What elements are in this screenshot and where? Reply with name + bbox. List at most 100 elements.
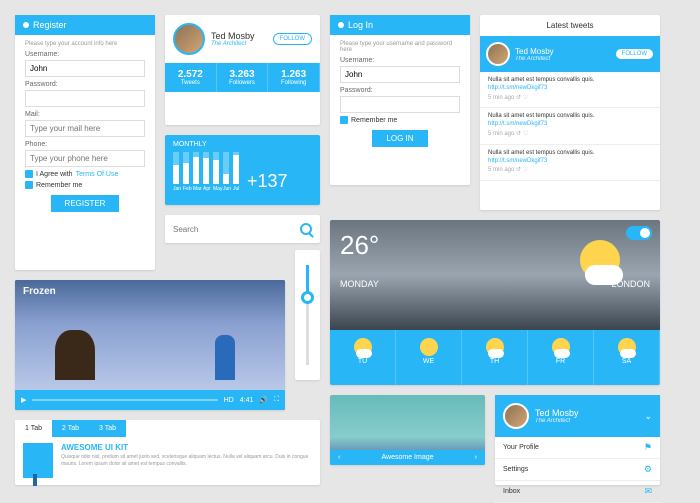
forecast-day[interactable]: SA [594,330,660,385]
username-input[interactable] [340,66,460,83]
tab-header: 1 Tab 2 Tab 3 Tab [15,420,320,437]
tab-body: Quisque odio nisl, pretium sit amet just… [61,454,312,467]
weather-icon [420,338,438,356]
remember-checkbox[interactable]: Remember me [340,116,460,124]
chart-callout: +137 [247,171,288,192]
tweets-name: Ted Mosby [515,47,610,56]
checkbox-icon [25,170,33,178]
checkbox-icon [340,116,348,124]
video-player: Frozen ▶ HD 4:41 🔊 ⛶ [15,280,285,410]
login-header: Log In [330,15,470,35]
tweet-link[interactable]: http://t.sm/newDkgif73 [488,85,547,91]
password-input[interactable] [340,96,460,113]
register-header: Register [15,15,155,35]
flag-icon: ⚑ [644,442,652,453]
username-label: Username: [25,51,145,58]
fullscreen-icon[interactable]: ⛶ [274,396,279,404]
weather-widget: 26° MONDAYLONDON TU WE TH FR SA [330,220,660,385]
prev-icon[interactable]: ‹ [338,454,340,461]
tweet-item: Nulla sit amet est tempus convallis quis… [480,145,660,181]
volume-icon[interactable]: 🔊 [259,396,268,404]
login-title: Log In [348,20,373,30]
phone-input[interactable] [25,150,145,167]
follow-button[interactable]: FOLLOW [273,33,312,45]
bar-feb [183,152,189,184]
register-subtitle: Please type your account info here [25,41,145,47]
profile-menu: Ted MosbyThe Architect ⌄ Your Profile⚑ S… [495,395,660,485]
tab-3[interactable]: 3 Tab [89,420,126,437]
menu-item-profile[interactable]: Your Profile⚑ [495,437,660,459]
bar-jan [173,152,179,184]
terms-link[interactable]: Terms Of Use [76,171,119,178]
register-button[interactable]: REGISTER [51,195,120,212]
tweet-link[interactable]: http://t.sm/newDkgif73 [488,121,547,127]
phone-label: Phone: [25,141,145,148]
forecast-row: TU WE TH FR SA [330,330,660,385]
login-button[interactable]: LOG IN [372,130,427,147]
search-icon[interactable] [300,223,312,235]
password-input[interactable] [25,90,145,107]
bullet-icon [23,22,29,28]
next-icon[interactable]: › [475,454,477,461]
video-frame[interactable]: Frozen [15,280,285,390]
stat-following[interactable]: 1.263Following [268,63,320,92]
menu-item-settings[interactable]: Settings⚙ [495,459,660,481]
chevron-down-icon[interactable]: ⌄ [644,411,652,422]
password-label: Password: [340,87,460,94]
tabs-card: 1 Tab 2 Tab 3 Tab AWESOME UI KIT Quisque … [15,420,320,485]
duration: 4:41 [240,397,254,404]
bar-mar [193,152,199,184]
quality-badge: HD [224,397,234,404]
slider-handle[interactable] [301,291,314,304]
login-subtitle: Please type your username and password h… [340,41,460,53]
remember-checkbox[interactable]: Remember me [25,181,145,189]
sun-cloud-icon [580,240,620,280]
follow-button[interactable]: FOLLOW [615,48,654,60]
bar-jun [223,152,229,184]
username-input[interactable] [25,60,145,77]
terms-checkbox[interactable]: I Agree with Terms Of Use [25,170,145,178]
weather-icon [552,338,570,356]
tweets-card: Latest tweets Ted MosbyThe Architect FOL… [480,15,660,210]
paint-roller-icon [23,443,53,478]
tab-heading: AWESOME UI KIT [61,443,312,452]
forecast-day[interactable]: WE [396,330,462,385]
bullet-icon [338,22,344,28]
login-card: Log In Please type your username and pas… [330,15,470,185]
image-card: ‹Awesome Image› [330,395,485,465]
profile-name: Ted Mosby [211,31,267,41]
avatar [486,42,510,66]
vertical-slider[interactable] [295,250,320,380]
stat-followers[interactable]: 3.263Followers [217,63,269,92]
menu-role: The Architect [535,418,638,424]
monthly-chart: MONTHLY JanFebMarAprMayJunJul +137 [165,135,320,205]
play-icon[interactable]: ▶ [21,396,26,404]
remember-text: Remember me [36,182,82,189]
progress-bar[interactable] [32,399,217,401]
search-box [165,215,320,243]
forecast-day[interactable]: FR [528,330,594,385]
forecast-day[interactable]: TU [330,330,396,385]
checkbox-icon [25,181,33,189]
register-card: Register Please type your account info h… [15,15,155,270]
bar-apr [203,152,209,184]
weekday: MONDAY [340,279,379,289]
profile-stats: 2.572Tweets 3.263Followers 1.263Followin… [165,63,320,92]
bar-may [213,152,219,184]
mail-input[interactable] [25,120,145,137]
tweet-link[interactable]: http://t.sm/newDkgif73 [488,158,547,164]
tab-1[interactable]: 1 Tab [15,420,52,437]
terms-text: I Agree with [36,171,73,178]
tweets-role: The Architect [515,56,610,62]
forecast-day[interactable]: TH [462,330,528,385]
tab-2[interactable]: 2 Tab [52,420,89,437]
tweet-item: Nulla sit amet est tempus convallis quis… [480,72,660,108]
message-icon: ✉ [644,486,652,497]
toggle-switch[interactable] [626,226,652,240]
stat-tweets[interactable]: 2.572Tweets [165,63,217,92]
search-input[interactable] [173,225,300,234]
username-label: Username: [340,57,460,64]
register-title: Register [33,20,67,30]
weather-icon [618,338,636,356]
gear-icon: ⚙ [644,464,652,475]
